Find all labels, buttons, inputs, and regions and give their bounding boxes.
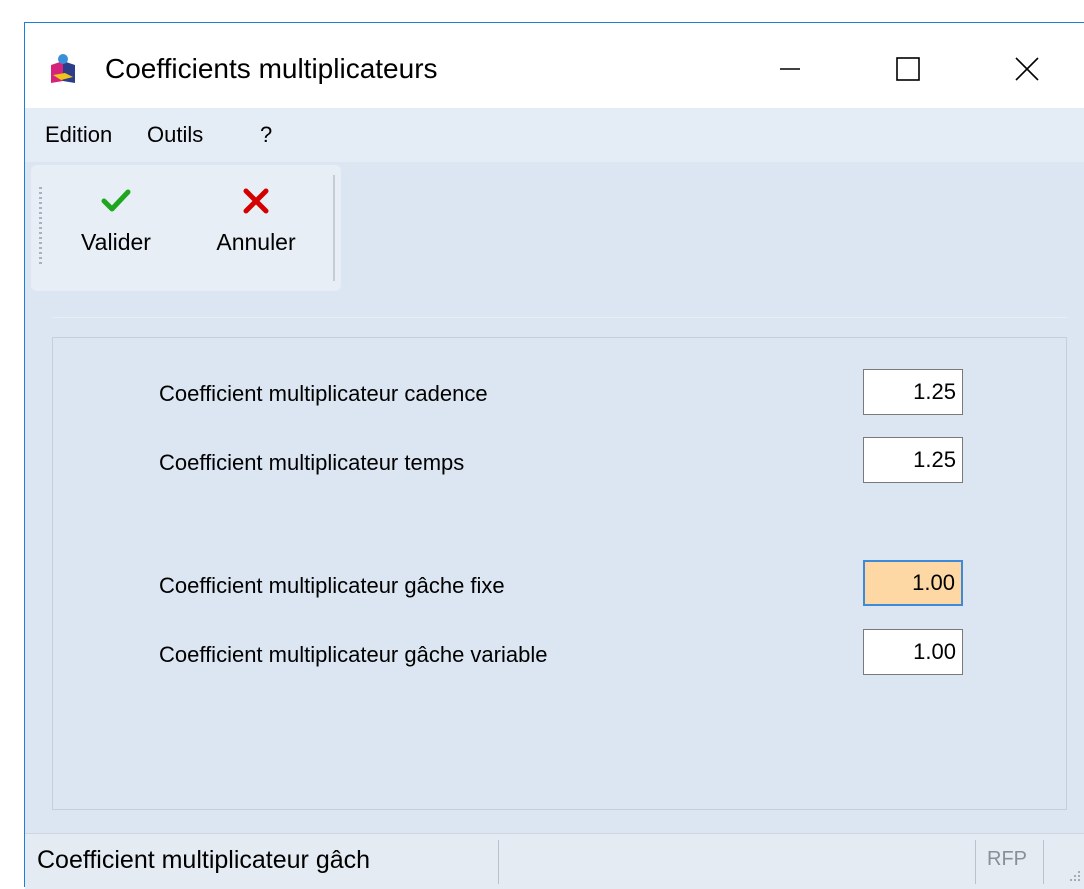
toolbar-separator	[333, 175, 335, 281]
gache-fixe-input[interactable]	[863, 560, 963, 606]
window-title: Coefficients multiplicateurs	[105, 53, 438, 84]
menu-outils[interactable]: Outils	[147, 122, 203, 148]
dialog-window: Coefficients multiplicateurs Edition Out…	[24, 22, 1084, 889]
field-label-gache-fixe: Coefficient multiplicateur gâche fixe	[159, 573, 505, 598]
validate-label: Valider	[81, 229, 151, 255]
status-bar: Coefficient multiplicateur gâch RFP	[25, 833, 1084, 889]
cadence-input[interactable]	[863, 369, 963, 415]
app-stack-icon	[51, 54, 75, 83]
gache-variable-input[interactable]	[863, 629, 963, 675]
maximize-icon	[896, 57, 920, 81]
panel-divider	[52, 317, 1067, 318]
close-button[interactable]	[987, 41, 1067, 97]
status-separator	[1043, 840, 1044, 884]
title-bar[interactable]: Coefficients multiplicateurs	[25, 23, 1084, 108]
close-icon	[1015, 57, 1039, 81]
minimize-button[interactable]	[750, 41, 830, 97]
minimize-icon	[780, 68, 800, 70]
status-separator	[975, 840, 976, 884]
toolbar-grip[interactable]	[39, 187, 42, 267]
menu-edition[interactable]: Edition	[45, 122, 112, 148]
x-icon	[243, 188, 269, 214]
coefficients-panel: Coefficient multiplicateur cadence Coeff…	[52, 337, 1067, 810]
toolbar: Valider Annuler	[31, 165, 341, 291]
field-label-cadence: Coefficient multiplicateur cadence	[159, 381, 488, 406]
temps-input[interactable]	[863, 437, 963, 483]
status-separator	[498, 840, 499, 884]
check-icon	[101, 189, 131, 212]
status-message: Coefficient multiplicateur gâch	[37, 846, 371, 874]
status-indicator-rfp: RFP	[987, 848, 1027, 870]
menu-help[interactable]: ?	[260, 122, 272, 148]
field-label-gache-variable: Coefficient multiplicateur gâche variabl…	[159, 642, 548, 667]
cancel-label: Annuler	[216, 229, 296, 255]
menu-bar: Edition Outils ?	[25, 108, 1084, 162]
maximize-button[interactable]	[868, 41, 948, 97]
resize-grip-icon[interactable]	[1065, 866, 1083, 884]
cancel-button[interactable]: Annuler	[191, 183, 321, 273]
validate-button[interactable]: Valider	[61, 183, 171, 273]
field-label-temps: Coefficient multiplicateur temps	[159, 450, 465, 475]
